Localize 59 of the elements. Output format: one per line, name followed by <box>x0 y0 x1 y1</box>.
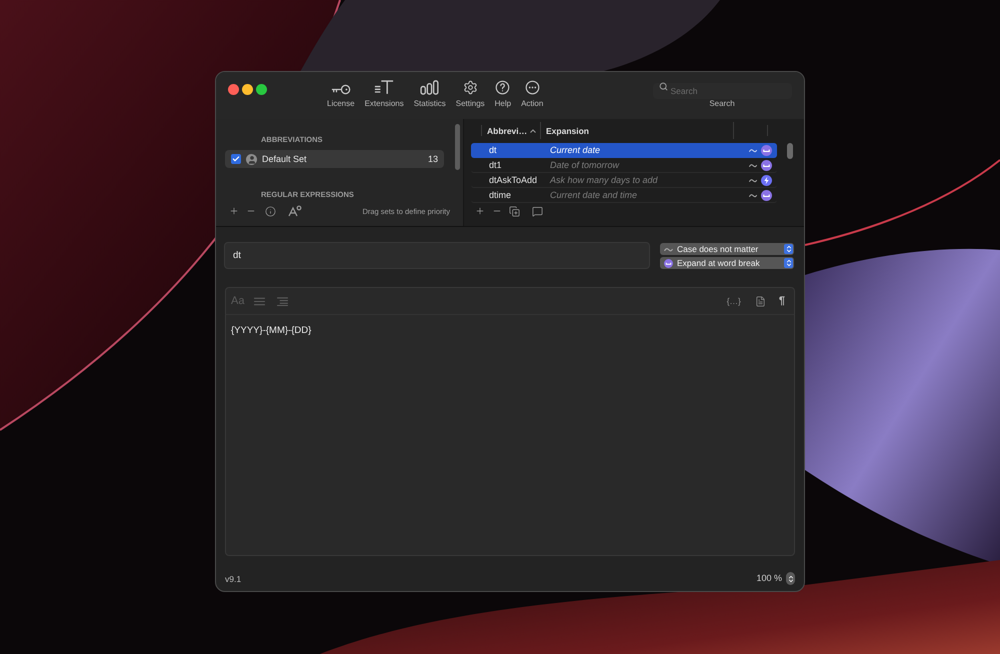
document-icon[interactable] <box>754 296 766 306</box>
table-cell: Ask how many days to add <box>550 174 658 186</box>
toolbar-button[interactable]: Statistics <box>412 79 447 109</box>
close-button[interactable] <box>228 84 239 95</box>
table-row[interactable]: dt1 Date of tomorrow <box>471 158 777 173</box>
key-icon <box>330 84 351 95</box>
expansion-field[interactable]: {YYYY}-{MM}-{DD} <box>226 315 794 555</box>
tilde-icon <box>663 245 673 253</box>
table-cell-text: dtAskToAdd <box>489 174 538 186</box>
user-icon <box>246 154 257 164</box>
table-cell-text: dt <box>489 145 498 156</box>
set-name: Default Set <box>262 154 307 164</box>
zoom-button[interactable] <box>256 84 267 95</box>
checkbox[interactable] <box>231 154 241 164</box>
search-icon <box>658 82 668 90</box>
table-cell: Date of tomorrow <box>550 160 620 170</box>
info-icon[interactable] <box>265 206 276 216</box>
toolbar-button[interactable]: Settings <box>454 79 486 109</box>
toolbar-button[interactable]: License <box>326 79 356 109</box>
settings-icon <box>462 80 478 95</box>
help-icon <box>495 80 510 95</box>
set-count: 13 <box>428 154 438 164</box>
paragraph-button[interactable]: ¶ <box>778 295 785 307</box>
table-row[interactable]: dtAskToAdd Ask how many days to add <box>471 173 777 188</box>
text-lines-icon <box>374 79 394 95</box>
duplicate-icon[interactable] <box>509 206 520 216</box>
minimize-button[interactable] <box>242 84 253 95</box>
expand-popup[interactable]: Expand at word break <box>660 257 794 269</box>
table-cell-text: dtime <box>489 190 512 200</box>
set-list-item[interactable]: Default Set 13 <box>225 150 444 168</box>
zoom-level: 100 % <box>756 573 782 584</box>
letter-a-ring-icon[interactable] <box>288 205 302 217</box>
bracket-disc-icon <box>664 258 672 268</box>
add-icon[interactable] <box>229 206 239 216</box>
scrollbar[interactable] <box>787 143 793 159</box>
table-cell: Current date and time <box>550 190 638 200</box>
case-popup[interactable]: Case does not matter <box>660 243 794 255</box>
scrollbar[interactable] <box>454 124 460 170</box>
bar-chart-icon <box>420 80 440 95</box>
version-label: v9.1 <box>225 574 242 584</box>
table-cell: Current date <box>550 145 600 156</box>
abbreviation-field[interactable]: dt <box>224 242 650 269</box>
table-row[interactable]: dtime Current date and time <box>471 188 777 203</box>
column-header[interactable]: Abbrevi… <box>482 122 541 139</box>
table-row[interactable]: dt Current date <box>471 143 777 158</box>
toolbar-button[interactable]: Action <box>520 79 544 109</box>
speech-bubble-icon[interactable] <box>532 206 543 216</box>
toolbar-button[interactable]: Help <box>494 79 512 109</box>
more-icon <box>524 80 540 95</box>
chevrons-icon <box>784 258 793 268</box>
toolbar-button[interactable]: Extensions <box>364 79 405 109</box>
chevrons-icon <box>784 244 793 254</box>
zoom-stepper[interactable] <box>786 572 795 585</box>
add-icon[interactable] <box>475 206 485 216</box>
search-label: Search <box>709 99 735 109</box>
search-field[interactable]: Search <box>652 83 792 99</box>
column-header[interactable]: Expansion <box>541 122 734 139</box>
table-cell-text: dt1 <box>489 160 503 170</box>
snippet-button[interactable]: {…} <box>726 296 741 306</box>
